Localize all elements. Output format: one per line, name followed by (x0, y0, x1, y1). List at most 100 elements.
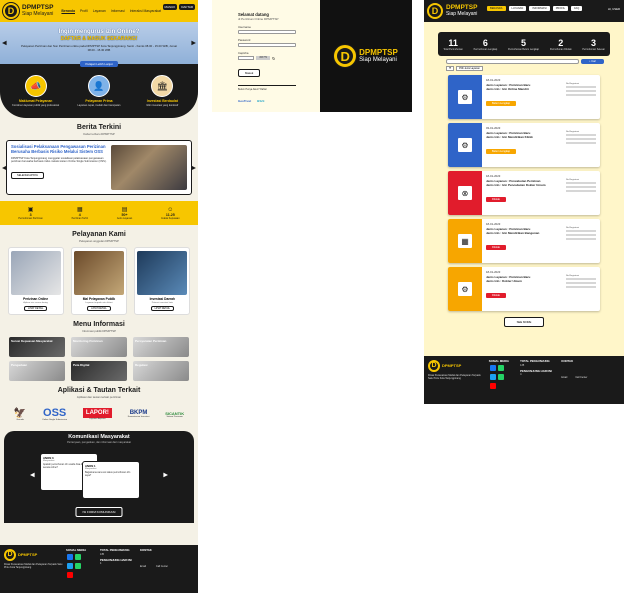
news-read-more-button[interactable]: SELENGKAPNYA (11, 172, 44, 180)
menu-tile[interactable]: Monitoring Perizinan (71, 337, 127, 357)
nav-item-profil[interactable]: Profil (80, 9, 88, 13)
service-detail-button[interactable]: LIHAT DETAIL (23, 306, 48, 311)
menu-tile[interactable]: Persyaratan Perizinan (133, 337, 189, 357)
services-section-subtitle: Pelayanan unggulan DPMPTSP (79, 239, 119, 243)
logo-icon[interactable]: D (3, 3, 19, 19)
stat-label: Permohonan Lengkap (473, 47, 498, 51)
twitter-icon[interactable] (67, 562, 73, 569)
nav-item-informasi[interactable]: INFORMASI (529, 6, 550, 11)
nav-item-interaksi[interactable]: Interaksi Masyarakat (130, 9, 161, 13)
app-caption: Sistem Perizinan (166, 415, 183, 418)
filter-select[interactable]: Pilih Jenis Layanan (456, 66, 483, 71)
nav-item-profil[interactable]: PROFIL (552, 6, 569, 11)
meta-value-placeholder (566, 190, 596, 192)
chevron-left-icon[interactable]: ◀ (2, 40, 7, 47)
facebook-icon[interactable] (489, 364, 496, 371)
news-prev-icon[interactable]: ◀ (2, 164, 7, 171)
whatsapp-icon[interactable] (75, 562, 81, 569)
youtube-icon[interactable] (67, 571, 73, 578)
app-link-sicantik[interactable]: SICANTIK Sistem Perizinan (165, 411, 184, 418)
twitter-icon[interactable] (489, 373, 496, 380)
see-more-button[interactable]: SEE MORE (504, 317, 544, 327)
register-link[interactable]: Belum Punya Akun? Daftar (238, 85, 296, 91)
community-next-icon[interactable]: ▶ (163, 472, 168, 479)
whatsapp-icon[interactable] (497, 364, 504, 371)
search-button[interactable]: ⌕ Cari (581, 59, 604, 64)
app-link-oss[interactable]: OSS Online Single Submission (42, 407, 67, 421)
application-card[interactable]: ▦ 18-01-2023 Jenis Layanan : Perizinan Bar… (448, 219, 600, 263)
captcha-input[interactable] (238, 56, 254, 60)
application-status-badge[interactable]: Belum Lengkap (486, 101, 517, 107)
refresh-icon[interactable]: ↻ (272, 56, 275, 61)
application-status-badge[interactable]: Ditolak (486, 197, 506, 203)
nav-item-layanan[interactable]: LAYANAN (508, 6, 527, 11)
username-input[interactable] (238, 30, 296, 34)
stat-label: Permohonan Perizinan (18, 217, 43, 220)
meta-value-placeholder (566, 234, 596, 236)
meta-value-placeholder (566, 282, 596, 284)
service-detail-button[interactable]: LIHAT DETAIL (87, 306, 111, 311)
register-button[interactable]: DAFTAR (179, 4, 195, 10)
app-link-bkpm[interactable]: BKPM Kementerian Investasi (128, 410, 150, 418)
password-input[interactable] (238, 43, 296, 47)
menu-tile[interactable]: Pengaduan (9, 361, 65, 381)
service-detail-button[interactable]: LIHAT DETAIL (150, 306, 175, 311)
stat-label: Total Permohonan (443, 47, 463, 51)
community-card[interactable]: ANON 1 Masyarakat Bagaimana cara cek sta… (82, 461, 140, 499)
whatsapp-icon[interactable] (497, 373, 504, 380)
logo-icon: D (334, 45, 357, 67)
application-card[interactable]: ⊗ 18-01-2023 Jenis Layanan : Pencabutan Pe… (448, 171, 600, 215)
footer-brand-name: DPMPTSP (442, 363, 462, 369)
application-card[interactable]: ⚙ 18-01-2023 Jenis Layanan : Perizinan Bar… (448, 267, 600, 311)
whatsapp-icon[interactable] (75, 553, 81, 560)
nav-item-layanan[interactable]: Layanan (93, 9, 106, 13)
login-submit-button[interactable]: Masuk (238, 69, 261, 77)
news-headline[interactable]: Sosialisasi Pelaksanaan Pengawasan Periz… (11, 144, 107, 155)
search-input[interactable] (446, 59, 580, 64)
login-button[interactable]: MASUK (162, 4, 178, 10)
service-card[interactable]: Investasi Daerah Potensi investasi kota … (134, 247, 191, 315)
menu-tile-label: Peta Digital (73, 363, 90, 367)
application-status-badge[interactable]: Belum Lengkap (486, 149, 517, 155)
stat-item: ▦ 4 Perizinan Terbit (72, 206, 88, 220)
nav-item-informasi[interactable]: Informasi (111, 9, 125, 13)
news-next-icon[interactable]: ▶ (191, 164, 196, 171)
captcha-label: Captcha (238, 51, 249, 55)
application-status-badge[interactable]: Ditolak (486, 245, 506, 251)
home-menu: Beranda Profil Layanan Informasi Interak… (61, 9, 161, 13)
user-menu[interactable]: HI, USER (608, 7, 620, 11)
chevron-right-icon[interactable]: ▶ (191, 40, 196, 47)
stat-item: 2 Permohonan Ditolak (550, 38, 572, 51)
hero-learn-more-button[interactable]: Pelajari Lebih Lanjut (80, 61, 118, 67)
application-thumb: ⚙ (448, 123, 482, 167)
services-section-title: Pelayanan Kami (72, 231, 126, 238)
application-info: 18-01-2023 Jenis Layanan : Pencabutan Per… (482, 171, 600, 215)
application-info: 18-01-2023 Jenis Layanan : Perizinan Baru… (482, 219, 600, 263)
nav-item-beranda[interactable]: Beranda (61, 9, 75, 13)
feature-investasi[interactable]: 🏛 Investasi Berdaulat Iklim investasi ya… (133, 75, 191, 107)
community-form-button[interactable]: ISI FORM KOMUNIKASI (75, 507, 123, 517)
meta-value-placeholder (566, 238, 596, 240)
community-title: Komunikasi Masyarakat (68, 434, 130, 440)
feature-pelayanan-prima[interactable]: 👤 Pelayanan Prima Layanan cepat, mudah d… (70, 75, 128, 107)
app-link-lapor[interactable]: LAPOR! Layanan Aspirasi (82, 408, 112, 420)
youtube-icon[interactable] (489, 382, 496, 389)
feature-maklumat[interactable]: 📣 Maklumat Pelayanan Komitmen layanan pu… (7, 75, 65, 107)
application-status-badge[interactable]: Ditolak (486, 293, 506, 299)
brand-name: DPMPTSP (359, 48, 398, 57)
service-card[interactable]: Mal Pelayanan Publik Layanan terpadu sat… (70, 247, 127, 315)
facebook-icon[interactable] (67, 553, 73, 560)
nav-item-beranda[interactable]: BERANDA (487, 6, 506, 11)
menu-tile[interactable]: Peta Digital (71, 361, 127, 381)
application-card[interactable]: ⚙ 03-01-2023 Jenis Layanan : Perizinan Bar… (448, 123, 600, 167)
menu-tile[interactable]: Survei Kepuasan Masyarakat (9, 337, 65, 357)
logo-icon[interactable]: D (427, 3, 443, 19)
service-card[interactable]: Perizinan Online Ajukan izin secara dari… (7, 247, 64, 315)
filter-icon[interactable]: ☰ (446, 66, 455, 71)
tracking-stats: 11 Total Permohonan 6 Permohonan Lengkap 5… (438, 32, 610, 56)
nav-item-faq[interactable]: FAQ (571, 6, 583, 11)
menu-tile[interactable]: Regulasi (133, 361, 189, 381)
app-link-garuda[interactable]: 🦅 Garuda (14, 408, 26, 421)
application-meta: No Registrasi (566, 275, 596, 290)
application-card[interactable]: ⚙ 18-01-2023 Jenis Layanan : Perizinan Bar… (448, 75, 600, 119)
